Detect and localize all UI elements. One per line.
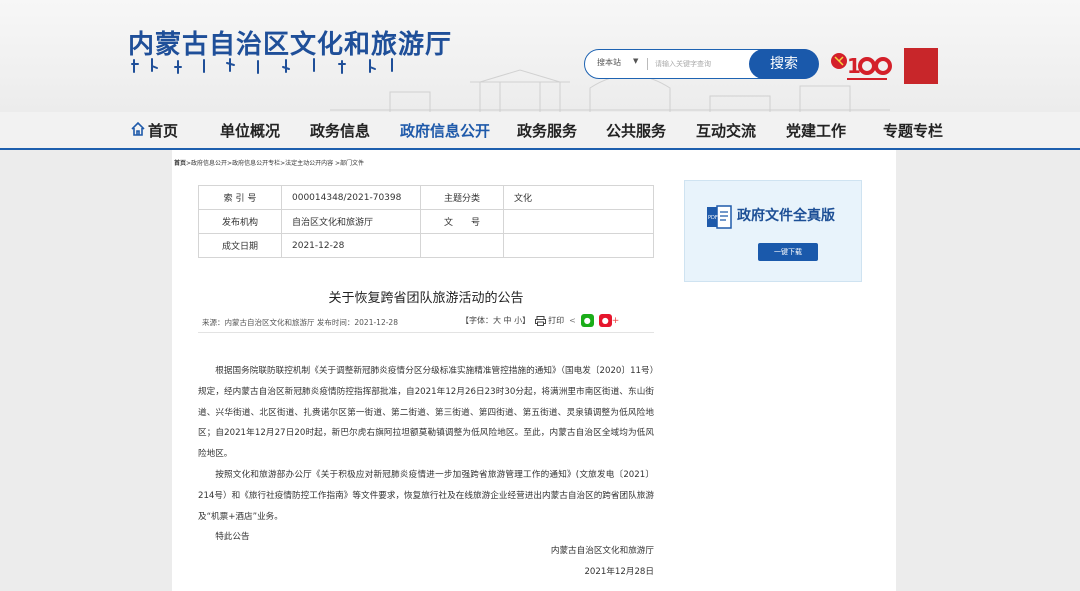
site-title[interactable]: 内蒙古自治区文化和旅游厅: [128, 24, 452, 61]
party-centenary-100-icon[interactable]: 1: [830, 47, 892, 85]
search-scope-select[interactable]: 搜本站: [597, 57, 621, 68]
nav-item-topics[interactable]: 专题专栏: [883, 120, 943, 141]
meta-docno-label: 文 号: [420, 209, 504, 234]
full-text-title: 政府文件全真版: [737, 208, 835, 224]
printer-icon[interactable]: [535, 315, 547, 326]
meta-empty-cell: [420, 233, 504, 258]
nav-item-info-disclosure[interactable]: 政府信息公开: [400, 120, 490, 141]
breadcrumb-home-link[interactable]: 首页: [174, 160, 186, 167]
search-box: 搜本站 ▼ 搜索: [584, 49, 819, 79]
print-link[interactable]: 打印: [548, 315, 564, 326]
meta-publisher-label: 发布机构: [198, 209, 282, 234]
full-text-document-panel: PDF 政府文件全真版 一键下载: [684, 180, 862, 282]
font-size-switcher[interactable]: 【字体：大 中 小】: [461, 315, 530, 326]
meta-index-label: 索 引 号: [198, 185, 282, 210]
sign-date: 2021年12月28日: [584, 567, 654, 577]
search-input[interactable]: [655, 55, 741, 73]
search-button[interactable]: 搜索: [749, 49, 819, 79]
wechat-share-icon[interactable]: ●: [580, 314, 594, 327]
weibo-share-icon[interactable]: ●: [598, 314, 612, 327]
meta-topic-label: 主题分类: [420, 185, 504, 210]
document-meta-table: 索 引 号 000014348/2021-70398 主题分类 文化 发布机构 …: [198, 185, 654, 258]
nav-item-gov-service[interactable]: 政务服务: [517, 120, 577, 141]
meta-topic-value: 文化: [503, 185, 654, 210]
breadcrumb: 首页>政府信息公开>政府信息公开专栏>法定主动公开内容 >部门文件: [174, 158, 364, 167]
meta-date-label: 成文日期: [198, 233, 282, 258]
site-header: 内蒙古自治区文化和旅游厅 搜本站 ▼ 搜索 1: [0, 0, 1080, 112]
article-signature: 内蒙古自治区文化和旅游厅 2021年12月28日: [470, 541, 654, 583]
mongolian-script-title: [131, 58, 393, 74]
article-paragraph: 按照文化和旅游部办公厅《关于积极应对新冠肺炎疫情进一步加强跨省旅游管理工作的通知…: [198, 469, 654, 522]
nav-item-gov-info[interactable]: 政务信息: [310, 120, 370, 141]
pdf-document-icon: PDF: [707, 205, 732, 229]
divider: [198, 332, 654, 333]
meta-publisher-value: 自治区文化和旅游厅: [281, 209, 421, 234]
article-body: 根据国务院联防联控机制《关于调整新冠肺炎疫情分区分级标准实施精准管控措施的通知》…: [198, 361, 654, 548]
meta-index-value: 000014348/2021-70398: [281, 185, 421, 210]
article-title: 关于恢复跨省团队旅游活动的公告: [328, 291, 524, 306]
chevron-down-icon[interactable]: ▼: [633, 57, 638, 65]
nav-item-home[interactable]: 首页: [148, 120, 178, 141]
search-separator: [647, 58, 648, 70]
home-icon[interactable]: [130, 121, 146, 137]
nav-item-party[interactable]: 党建工作: [786, 120, 846, 141]
article-paragraph: 根据国务院联防联控机制《关于调整新冠肺炎疫情分区分级标准实施精准管控措施的通知》…: [198, 366, 654, 460]
article-tools: 【字体：大 中 小】 打印 < ● ● +: [461, 314, 619, 327]
more-share-icon[interactable]: +: [612, 316, 620, 326]
signer-name: 内蒙古自治区文化和旅游厅: [550, 546, 654, 556]
download-button[interactable]: 一键下载: [758, 243, 818, 261]
meta-date-value: 2021-12-28: [281, 233, 421, 258]
seal-logo[interactable]: [904, 48, 938, 84]
nav-item-public-service[interactable]: 公共服务: [606, 120, 666, 141]
share-icon[interactable]: <: [569, 316, 576, 325]
meta-docno-value: [503, 209, 654, 234]
svg-text:PDF: PDF: [708, 215, 718, 221]
meta-empty-cell: [503, 233, 654, 258]
article-source-info: 来源：内蒙古自治区文化和旅游厅 发布时间：2021-12-28: [202, 318, 398, 327]
breadcrumb-trail[interactable]: >政府信息公开>政府信息公开专栏>法定主动公开内容 >部门文件: [186, 160, 364, 167]
main-nav: 首页 单位概况 政务信息 政府信息公开 政务服务 公共服务 互动交流 党建工作 …: [0, 112, 1080, 150]
nav-item-about[interactable]: 单位概况: [220, 120, 280, 141]
nav-item-interaction[interactable]: 互动交流: [696, 120, 756, 141]
